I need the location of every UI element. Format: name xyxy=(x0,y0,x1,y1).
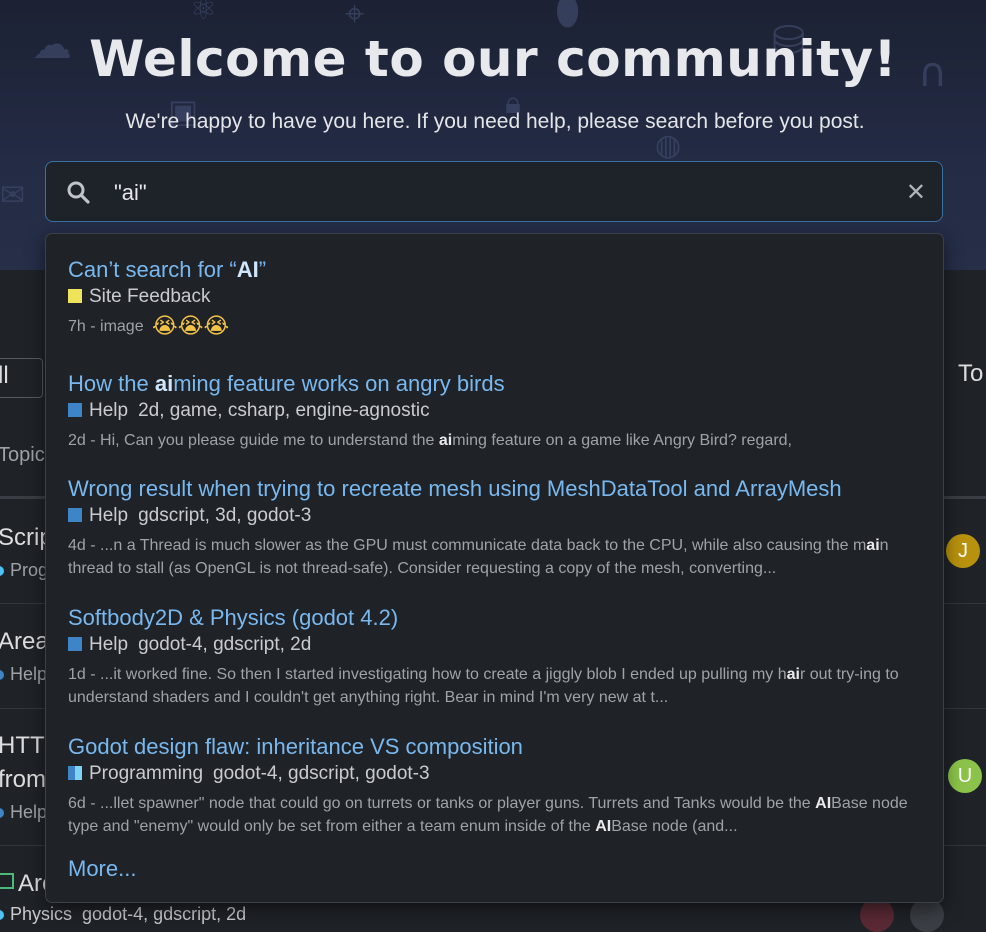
search-result[interactable]: Softbody2D & Physics (godot 4.2) Help god… xyxy=(68,604,928,709)
result-category[interactable]: Site Feedback xyxy=(68,285,928,309)
category-dropdown-label: ll cat xyxy=(0,362,30,397)
search-result[interactable]: Godot design flaw: inheritance VS compos… xyxy=(68,733,928,838)
page-title: Welcome to our community! xyxy=(89,30,897,88)
crying-emoji-icon: 😭😭😭 xyxy=(152,314,230,339)
result-title[interactable]: Can’t search for “AI” xyxy=(68,256,928,284)
avatar[interactable] xyxy=(860,898,894,932)
result-excerpt: 1d - ...it worked fine. So then I starte… xyxy=(68,666,899,706)
topic-row-title[interactable]: Area xyxy=(0,628,49,656)
page-subtitle: We're happy to have you here. If you nee… xyxy=(125,110,865,133)
search-result[interactable]: How the aiming feature works on angry bi… xyxy=(68,370,928,452)
topic-row-category[interactable]: Help xyxy=(0,802,47,823)
result-excerpt: 7h - image 😭😭😭 xyxy=(68,314,230,339)
topic-row-category[interactable]: Physics godot-4, gdscript, 2d xyxy=(0,904,246,925)
search-icon[interactable] xyxy=(66,180,90,204)
result-excerpt: 2d - Hi, Can you please guide me to unde… xyxy=(68,432,792,449)
topic-row-category[interactable]: Prog xyxy=(0,560,48,581)
category-dot xyxy=(0,910,4,921)
result-tags[interactable]: godot-4, gdscript, godot-3 xyxy=(213,763,430,784)
category-dot xyxy=(0,670,4,681)
search-result[interactable]: Wrong result when trying to recreate mes… xyxy=(68,475,928,580)
search-results-dropdown: Can’t search for “AI” Site Feedback 7h -… xyxy=(45,233,944,903)
result-category[interactable]: Help gdscript, 3d, godot-3 xyxy=(68,504,928,528)
category-badge xyxy=(68,508,82,522)
search-input[interactable] xyxy=(112,176,876,210)
more-results-link[interactable]: More... xyxy=(68,856,136,882)
result-title[interactable]: Godot design flaw: inheritance VS compos… xyxy=(68,733,928,761)
result-tags[interactable]: gdscript, 3d, godot-3 xyxy=(138,505,311,526)
category-dot xyxy=(0,566,4,577)
search-bar[interactable]: ✕ xyxy=(45,161,943,222)
topic-column-header: Topic xyxy=(0,444,45,466)
result-tags[interactable]: 2d, game, csharp, engine-agnostic xyxy=(138,400,430,421)
category-dot xyxy=(0,808,4,819)
avatar[interactable]: J xyxy=(946,534,980,568)
result-excerpt: 6d - ...llet spawner" node that could go… xyxy=(68,795,908,835)
category-badge xyxy=(68,637,82,651)
result-category[interactable]: Help godot-4, gdscript, 2d xyxy=(68,633,928,657)
drop-icon: ⬮ xyxy=(555,0,581,34)
search-result[interactable]: Can’t search for “AI” Site Feedback 7h -… xyxy=(68,256,928,338)
topic-row-title[interactable]: HTTI xyxy=(0,732,51,760)
close-icon[interactable]: ✕ xyxy=(906,179,926,205)
result-category[interactable]: Programming godot-4, gdscript, godot-3 xyxy=(68,762,928,786)
result-title[interactable]: Softbody2D & Physics (godot 4.2) xyxy=(68,604,928,632)
avatar[interactable]: U xyxy=(948,759,982,793)
result-title[interactable]: Wrong result when trying to recreate mes… xyxy=(68,475,928,503)
topic-row-category[interactable]: Help xyxy=(0,664,47,685)
top-tab[interactable]: To xyxy=(958,360,983,388)
result-title[interactable]: How the aiming feature works on angry bi… xyxy=(68,370,928,398)
category-badge xyxy=(68,289,82,303)
category-badge xyxy=(68,766,82,780)
category-dropdown[interactable]: ll cat xyxy=(0,358,43,398)
result-excerpt: 4d - ...n a Thread is much slower as the… xyxy=(68,537,889,577)
solved-checkbox-icon xyxy=(0,873,14,889)
envelope-icon: ✉ xyxy=(0,178,26,213)
avatar[interactable] xyxy=(910,898,944,932)
network-icon: ⌖ xyxy=(345,0,365,34)
atom-icon: ⚛ xyxy=(190,0,217,27)
result-category[interactable]: Help 2d, game, csharp, engine-agnostic xyxy=(68,399,928,423)
topic-row-title-line2[interactable]: from xyxy=(0,766,46,794)
category-badge xyxy=(68,403,82,417)
result-tags[interactable]: godot-4, gdscript, 2d xyxy=(138,634,311,655)
